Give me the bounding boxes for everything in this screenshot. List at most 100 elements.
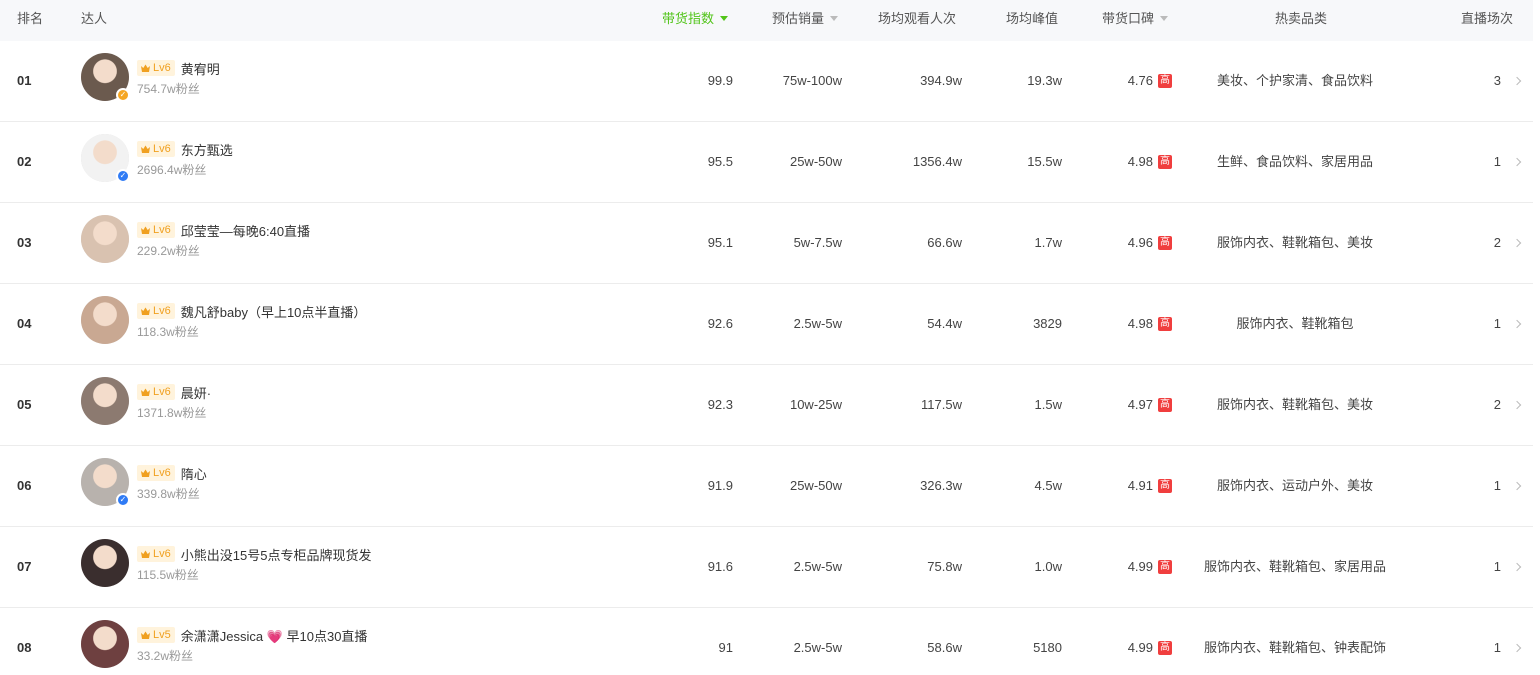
header-live-count: 直播场次 bbox=[1461, 11, 1514, 26]
fans-count: 1371.8w粉丝 bbox=[137, 406, 207, 420]
rank-number: 07 bbox=[17, 559, 32, 574]
reputation-score: 4.76 bbox=[1127, 73, 1153, 88]
live-count-value: 1 bbox=[1493, 640, 1501, 655]
table-header: 排名 达人 带货指数 预估销量 场均观看人次 场均峰值 带货口碑 热卖品类 直播… bbox=[0, 0, 1533, 41]
table-row[interactable]: 06 ✓ Lv6 隋心 339.8w粉丝 91.9 25w-50w 326.3w 4.5w 4.9… bbox=[0, 446, 1533, 527]
reputation-cell: 4.99 高 bbox=[1072, 527, 1172, 607]
reputation-high-tag: 高 bbox=[1158, 478, 1172, 493]
live-count-value: 1 bbox=[1493, 154, 1501, 169]
avatar[interactable] bbox=[81, 296, 129, 344]
level-badge: Lv6 bbox=[137, 303, 175, 319]
est-sales-value: 2.5w-5w bbox=[793, 559, 842, 574]
reputation-high-tag: 高 bbox=[1158, 316, 1172, 331]
header-hot-categories: 热卖品类 bbox=[1275, 11, 1328, 26]
avg-views-value: 117.5w bbox=[921, 397, 962, 412]
avatar[interactable] bbox=[81, 215, 129, 263]
level-text: Lv6 bbox=[153, 467, 171, 479]
crown-icon bbox=[141, 631, 150, 639]
sort-est-sales[interactable]: 预估销量 bbox=[772, 0, 839, 41]
reputation-cell: 4.98 高 bbox=[1072, 284, 1172, 364]
est-sales-value: 25w-50w bbox=[789, 478, 842, 493]
chevron-right-icon bbox=[1512, 319, 1522, 328]
avg-peak-value: 19.3w bbox=[1027, 73, 1062, 88]
talent-name[interactable]: 邱莹莹—每晚6:40直播 bbox=[181, 221, 310, 240]
live-count-cell[interactable]: 1 bbox=[1440, 527, 1522, 607]
sort-reputation[interactable]: 带货口碑 bbox=[1102, 0, 1169, 41]
live-count-cell[interactable]: 1 bbox=[1440, 446, 1522, 526]
chevron-right-icon bbox=[1512, 400, 1522, 409]
table-row[interactable]: 03 Lv6 邱莹莹—每晚6:40直播 229.2w粉丝 95.1 5w-7.5w 66.6… bbox=[0, 203, 1533, 284]
talent-info: Lv6 小熊出没15号5点专柜品牌现货发 115.5w粉丝 bbox=[137, 544, 371, 583]
verified-check-icon: ✓ bbox=[116, 493, 130, 507]
crown-icon bbox=[141, 226, 150, 234]
rank-number: 05 bbox=[17, 397, 32, 412]
live-count-cell[interactable]: 3 bbox=[1440, 41, 1522, 121]
sort-sales-index-label: 带货指数 bbox=[662, 11, 715, 26]
avatar[interactable] bbox=[81, 620, 129, 668]
table-row[interactable]: 02 ✓ Lv6 东方甄选 2696.4w粉丝 95.5 25w-50w 1356.4w 15.… bbox=[0, 122, 1533, 203]
avatar[interactable]: ✓ bbox=[81, 53, 130, 102]
live-count-cell[interactable]: 1 bbox=[1440, 608, 1522, 675]
level-text: Lv6 bbox=[153, 305, 171, 317]
talent-info: Lv6 晨妍· 1371.8w粉丝 bbox=[137, 382, 211, 421]
avatar[interactable]: ✓ bbox=[81, 134, 130, 183]
table-row[interactable]: 05 Lv6 晨妍· 1371.8w粉丝 92.3 10w-25w 117.5w 1.5w 4.… bbox=[0, 365, 1533, 446]
avg-peak-value: 4.5w bbox=[1034, 478, 1062, 493]
avatar[interactable] bbox=[81, 377, 129, 425]
sales-index-value: 92.6 bbox=[707, 316, 733, 331]
table-row[interactable]: 08 Lv5 余潇潇Jessica 💗 早10点30直播 33.2w粉丝 91 2.5w-… bbox=[0, 608, 1533, 675]
est-sales-value: 25w-50w bbox=[789, 154, 842, 169]
talent-info: Lv6 东方甄选 2696.4w粉丝 bbox=[137, 139, 233, 178]
talent-ranking-table: 排名 达人 带货指数 预估销量 场均观看人次 场均峰值 带货口碑 热卖品类 直播… bbox=[0, 0, 1533, 675]
level-badge: Lv5 bbox=[137, 627, 175, 643]
table-row[interactable]: 07 Lv6 小熊出没15号5点专柜品牌现货发 115.5w粉丝 91.6 2.5w-5w… bbox=[0, 527, 1533, 608]
sort-est-sales-label: 预估销量 bbox=[772, 11, 825, 26]
reputation-score: 4.99 bbox=[1127, 640, 1153, 655]
hot-categories-value: 服饰内衣、鞋靴箱包、美妆 bbox=[1216, 397, 1373, 412]
talent-info: Lv5 余潇潇Jessica 💗 早10点30直播 33.2w粉丝 bbox=[137, 625, 367, 664]
talent-name[interactable]: 隋心 bbox=[181, 464, 207, 483]
chevron-right-icon bbox=[1512, 643, 1522, 652]
fans-count: 118.3w粉丝 bbox=[137, 325, 199, 339]
avg-views-value: 54.4w bbox=[927, 316, 962, 331]
sales-index-value: 95.5 bbox=[707, 154, 733, 169]
header-rank: 排名 bbox=[17, 11, 44, 26]
reputation-cell: 4.91 高 bbox=[1072, 446, 1172, 526]
fans-count: 2696.4w粉丝 bbox=[137, 163, 207, 177]
reputation-cell: 4.99 高 bbox=[1072, 608, 1172, 675]
sort-sales-index[interactable]: 带货指数 bbox=[662, 0, 729, 41]
live-count-value: 2 bbox=[1493, 235, 1501, 250]
avatar-image bbox=[81, 539, 129, 587]
live-count-cell[interactable]: 2 bbox=[1440, 365, 1522, 445]
reputation-high-tag: 高 bbox=[1158, 559, 1172, 574]
reputation-cell: 4.76 高 bbox=[1072, 41, 1172, 121]
live-count-value: 3 bbox=[1493, 73, 1501, 88]
talent-name[interactable]: 东方甄选 bbox=[181, 140, 233, 159]
fans-count: 115.5w粉丝 bbox=[137, 568, 199, 582]
table-row[interactable]: 01 ✓ Lv6 黄宥明 754.7w粉丝 99.9 75w-100w 394.9w 19.3w… bbox=[0, 41, 1533, 122]
avatar[interactable]: ✓ bbox=[81, 458, 130, 507]
live-count-cell[interactable]: 1 bbox=[1440, 284, 1522, 364]
reputation-high-tag: 高 bbox=[1158, 235, 1172, 250]
talent-name[interactable]: 余潇潇Jessica 💗 早10点30直播 bbox=[181, 626, 368, 645]
talent-name[interactable]: 小熊出没15号5点专柜品牌现货发 bbox=[181, 545, 372, 564]
reputation-score: 4.98 bbox=[1127, 316, 1153, 331]
table-row[interactable]: 04 Lv6 魏凡舒baby（早上10点半直播） 118.3w粉丝 92.6 2.5w-5… bbox=[0, 284, 1533, 365]
level-badge: Lv6 bbox=[137, 546, 175, 562]
talent-name[interactable]: 魏凡舒baby（早上10点半直播） bbox=[181, 302, 367, 321]
est-sales-value: 10w-25w bbox=[789, 397, 842, 412]
sales-index-value: 99.9 bbox=[707, 73, 733, 88]
live-count-cell[interactable]: 1 bbox=[1440, 122, 1522, 202]
rank-number: 04 bbox=[17, 316, 32, 331]
header-avg-views: 场均观看人次 bbox=[878, 11, 957, 26]
sort-caret-icon bbox=[720, 16, 729, 22]
talent-name[interactable]: 晨妍· bbox=[181, 383, 211, 402]
avatar[interactable] bbox=[81, 539, 129, 587]
live-count-cell[interactable]: 2 bbox=[1440, 203, 1522, 283]
level-badge: Lv6 bbox=[137, 384, 175, 400]
reputation-score: 4.98 bbox=[1127, 154, 1153, 169]
sales-index-value: 95.1 bbox=[707, 235, 733, 250]
live-count-value: 1 bbox=[1493, 316, 1501, 331]
est-sales-value: 5w-7.5w bbox=[793, 235, 842, 250]
talent-name[interactable]: 黄宥明 bbox=[181, 59, 220, 78]
